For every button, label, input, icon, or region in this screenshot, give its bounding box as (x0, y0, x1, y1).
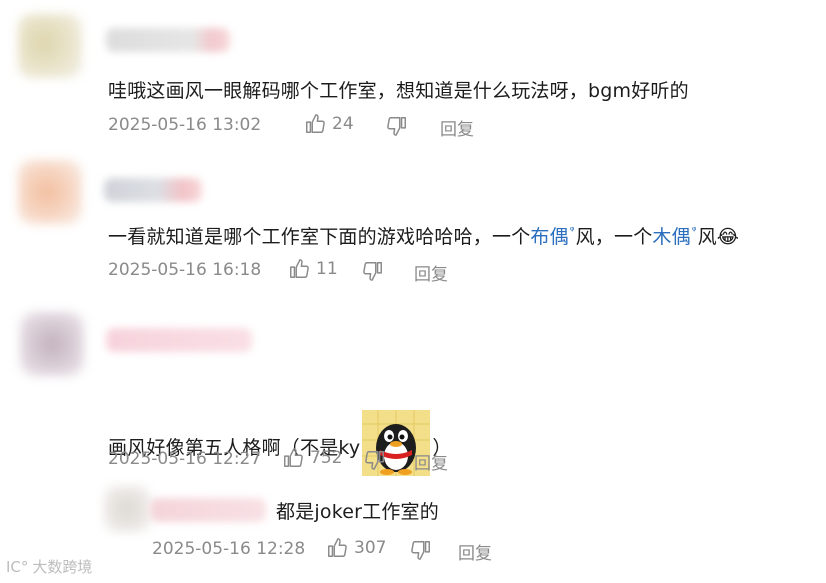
avatar[interactable] (18, 14, 82, 78)
thumbs-up-icon (306, 114, 325, 133)
like-count: 307 (354, 538, 387, 558)
thumbs-up-icon (284, 448, 303, 467)
timestamp: 2025-05-16 12:28 (152, 539, 306, 559)
reply-button[interactable]: 回复 (440, 115, 474, 140)
comment-text: 哇哦这画风一眼解码哪个工作室，想知道是什么玩法呀，bgm好听的 (108, 80, 689, 102)
text-part: 风 (697, 226, 717, 248)
search-icon[interactable]: ᵠ (692, 224, 697, 237)
comment-meta: 2025-05-16 13:02 24 回复 (108, 113, 508, 141)
avatar[interactable] (104, 486, 150, 532)
text-part: 一看就知道是哪个工作室下面的游戏哈哈哈，一个 (108, 226, 531, 248)
thumbs-down-icon (387, 117, 406, 136)
like-button[interactable]: 752 (282, 447, 342, 469)
like-count: 11 (316, 259, 338, 279)
comment-meta: 2025-05-16 12:28 307 回复 (152, 537, 552, 565)
watermark-logo-icon: IC° (6, 557, 29, 576)
comment-text: 一看就知道是哪个工作室下面的游戏哈哈哈，一个布偶ᵠ风，一个木偶ᵠ风😂 (108, 222, 739, 249)
search-keyword-link[interactable]: 木偶 (652, 226, 690, 248)
timestamp: 2025-05-16 16:18 (108, 260, 262, 280)
thumbs-down-icon (411, 541, 430, 560)
like-button[interactable]: 307 (326, 537, 386, 559)
like-button[interactable]: 11 (288, 258, 338, 280)
thumbs-down-icon (363, 262, 382, 281)
reply-button[interactable]: 回复 (458, 539, 492, 564)
username[interactable] (150, 498, 266, 522)
dislike-button[interactable] (362, 260, 384, 282)
timestamp: 2025-05-16 12:27 (108, 449, 262, 469)
reply-button[interactable]: 回复 (414, 449, 448, 474)
thumbs-down-icon (365, 451, 384, 470)
comment-meta: 2025-05-16 16:18 11 回复 (108, 258, 508, 286)
like-button[interactable]: 24 (304, 113, 354, 135)
watermark: IC° 大数跨境 (6, 556, 92, 577)
like-count: 752 (310, 448, 343, 468)
username[interactable] (106, 328, 252, 352)
thumbs-up-icon (328, 538, 347, 557)
reply-button[interactable]: 回复 (414, 260, 448, 285)
comment-meta: 2025-05-16 12:27 752 回复 (108, 447, 508, 475)
timestamp: 2025-05-16 13:02 (108, 115, 262, 135)
dislike-button[interactable] (364, 449, 386, 471)
thumbs-up-icon (290, 259, 309, 278)
text-part: 风，一个 (575, 226, 653, 248)
comment-text: 都是joker工作室的 (276, 501, 439, 523)
dislike-button[interactable] (386, 115, 408, 137)
search-keyword-link[interactable]: 布偶 (530, 226, 568, 248)
like-count: 24 (332, 114, 354, 134)
avatar[interactable] (20, 312, 84, 376)
username[interactable] (106, 28, 230, 52)
laughing-emoji-icon: 😂 (716, 226, 740, 248)
dislike-button[interactable] (410, 539, 432, 561)
avatar[interactable] (18, 160, 82, 224)
search-icon[interactable]: ᵠ (570, 224, 575, 237)
username[interactable] (104, 178, 202, 202)
watermark-text: 大数跨境 (32, 558, 93, 576)
